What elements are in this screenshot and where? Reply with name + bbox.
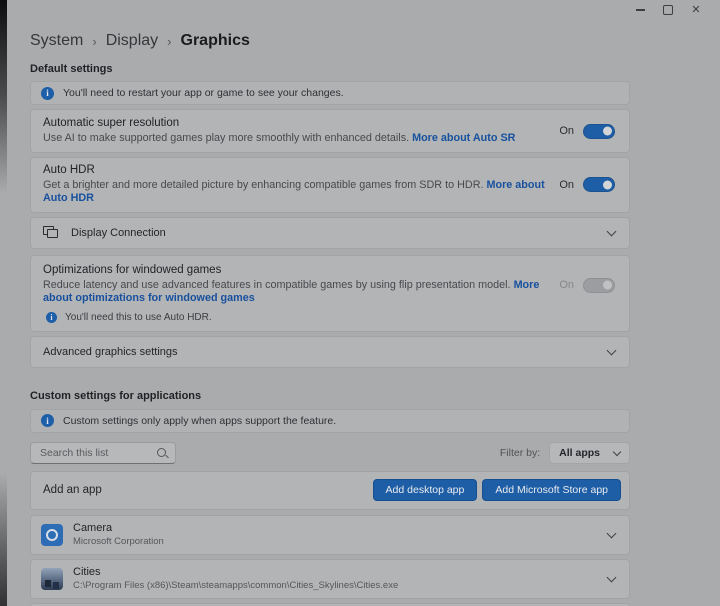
windowed-games-toggle-state: On (559, 279, 574, 291)
auto-hdr-description: Get a brighter and more detailed picture… (43, 179, 545, 206)
chevron-down-icon (607, 572, 617, 582)
settings-window: ✕ System › Display › Graphics Default se… (0, 0, 720, 606)
filter-by-label: Filter by: (500, 447, 540, 459)
close-button[interactable]: ✕ (682, 1, 710, 19)
info-icon: i (41, 87, 54, 100)
custom-settings-banner-text: Custom settings only apply when apps sup… (63, 415, 336, 427)
windowed-games-description: Reduce latency and use advanced features… (43, 279, 545, 306)
add-app-row: Add an app Add desktop app Add Microsoft… (30, 471, 630, 510)
page-title: Graphics (181, 32, 250, 50)
breadcrumb-system[interactable]: System (30, 32, 83, 50)
chevron-down-icon (607, 528, 617, 538)
minimize-icon (636, 9, 645, 10)
chevron-down-icon (607, 227, 617, 237)
restart-info-text: You'll need to restart your app or game … (63, 87, 344, 99)
chevron-down-icon (613, 448, 621, 456)
breadcrumb-display[interactable]: Display (106, 32, 158, 50)
auto-hdr-toggle[interactable] (583, 177, 615, 192)
windowed-games-title: Optimizations for windowed games (43, 264, 545, 276)
custom-settings-heading: Custom settings for applications (30, 390, 630, 402)
advanced-graphics-label: Advanced graphics settings (43, 346, 178, 358)
windowed-games-note: i You'll need this to use Auto HDR. (46, 312, 545, 323)
maximize-button[interactable] (654, 1, 682, 19)
screen-edge-strip (0, 0, 7, 606)
auto-sr-toggle[interactable] (583, 124, 615, 139)
auto-sr-title: Automatic super resolution (43, 117, 545, 129)
app-icon (41, 524, 63, 546)
titlebar: ✕ (0, 0, 720, 20)
app-icon (41, 568, 63, 590)
display-connection-label: Display Connection (71, 227, 166, 239)
app-list-toolbar: Filter by: All apps (30, 442, 630, 464)
maximize-icon (663, 5, 673, 15)
app-name: Cities (73, 566, 398, 578)
filter-area: Filter by: All apps (500, 442, 630, 464)
display-connection-icon (43, 226, 59, 239)
app-detail: C:\Program Files (x86)\Steam\steamapps\c… (73, 580, 398, 591)
add-store-app-button[interactable]: Add Microsoft Store app (482, 479, 621, 501)
app-name: Camera (73, 522, 164, 534)
add-app-label: Add an app (43, 484, 102, 496)
breadcrumb-separator-icon: › (92, 34, 96, 49)
filter-selected-value: All apps (559, 447, 600, 459)
auto-hdr-title: Auto HDR (43, 164, 545, 176)
app-detail: Microsoft Corporation (73, 536, 164, 547)
app-row[interactable]: Camera Microsoft Corporation (30, 515, 630, 555)
windowed-games-toggle-wrap: On (559, 278, 615, 293)
restart-info-banner: i You'll need to restart your app or gam… (30, 81, 630, 105)
display-connection-expander[interactable]: Display Connection (30, 217, 630, 249)
info-icon: i (41, 414, 54, 427)
app-list: Camera Microsoft Corporation Cities C:\P… (30, 515, 630, 606)
search-icon[interactable] (157, 448, 166, 457)
auto-sr-description: Use AI to make supported games play more… (43, 132, 545, 145)
windowed-games-toggle (583, 278, 615, 293)
auto-hdr-toggle-state: On (559, 179, 574, 191)
advanced-graphics-expander[interactable]: Advanced graphics settings (30, 336, 630, 368)
add-desktop-app-button[interactable]: Add desktop app (373, 479, 478, 501)
auto-sr-toggle-wrap: On (559, 124, 615, 139)
default-settings-heading: Default settings (30, 63, 630, 75)
close-icon: ✕ (691, 5, 700, 16)
page-content: System › Display › Graphics Default sett… (0, 32, 630, 606)
auto-sr-card: Automatic super resolution Use AI to mak… (30, 109, 630, 153)
app-row[interactable]: Cities C:\Program Files (x86)\Steam\stea… (30, 559, 630, 599)
breadcrumb-separator-icon: › (167, 34, 171, 49)
chevron-down-icon (607, 345, 617, 355)
info-icon: i (46, 312, 57, 323)
breadcrumb: System › Display › Graphics (30, 32, 630, 50)
filter-dropdown[interactable]: All apps (549, 442, 630, 464)
search-input[interactable] (31, 443, 175, 463)
minimize-button[interactable] (626, 1, 654, 19)
auto-sr-link[interactable]: More about Auto SR (412, 132, 515, 144)
custom-settings-banner: i Custom settings only apply when apps s… (30, 409, 630, 433)
auto-sr-toggle-state: On (559, 125, 574, 137)
search-box (30, 442, 176, 464)
auto-hdr-toggle-wrap: On (559, 177, 615, 192)
windowed-games-card: Optimizations for windowed games Reduce … (30, 255, 630, 332)
auto-hdr-card: Auto HDR Get a brighter and more detaile… (30, 157, 630, 213)
